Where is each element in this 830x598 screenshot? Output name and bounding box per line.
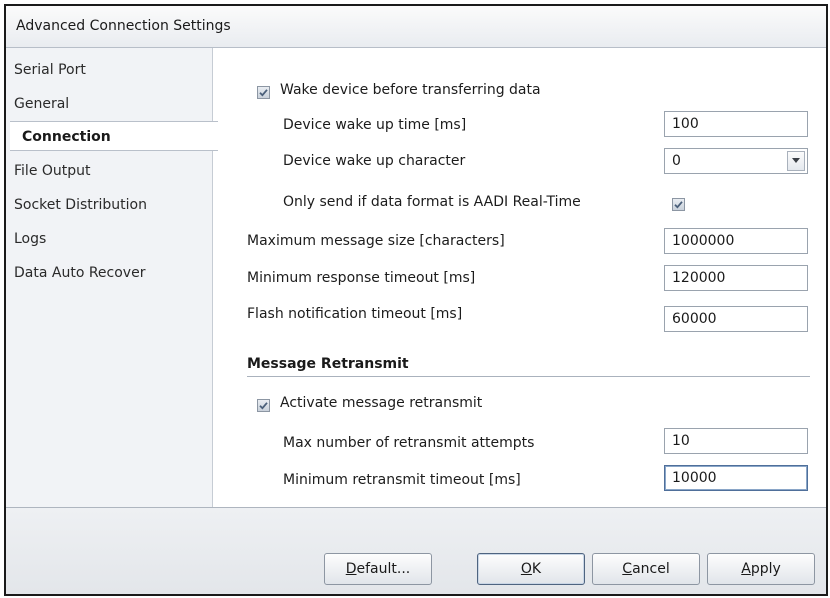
activate-retransmit-label: Activate message retransmit (280, 395, 483, 411)
min-response-timeout-label: Minimum response timeout [ms] (247, 270, 476, 286)
nav-item-data-auto-recover[interactable]: Data Auto Recover (14, 258, 145, 288)
nav-item-file-output[interactable]: File Output (14, 156, 91, 186)
cancel-button-mnemonic: C (622, 561, 633, 577)
chevron-down-icon (792, 158, 800, 163)
connection-settings-panel: Wake device before transferring data Dev… (213, 48, 826, 507)
max-message-size-input[interactable]: 1000000 (664, 228, 808, 254)
apply-button[interactable]: Apply (707, 553, 815, 585)
max-retransmit-attempts-label: Max number of retransmit attempts (283, 435, 535, 451)
min-retransmit-timeout-label: Minimum retransmit timeout [ms] (283, 472, 521, 488)
only-send-aadi-label: Only send if data format is AADI Real-Ti… (283, 194, 581, 210)
check-icon (674, 201, 683, 209)
wake-up-character-label: Device wake up character (283, 153, 466, 169)
nav-item-general[interactable]: General (14, 89, 69, 119)
wake-up-time-input[interactable]: 100 (664, 111, 808, 137)
max-retransmit-attempts-input[interactable]: 10 (664, 428, 808, 454)
cancel-button[interactable]: Cancel (592, 553, 700, 585)
wake-up-character-dropdown[interactable]: 0 (664, 148, 808, 174)
title-bar: Advanced Connection Settings (6, 6, 826, 48)
check-icon (259, 402, 268, 410)
dialog-footer: Default... OK Cancel Apply (6, 507, 826, 594)
apply-button-suffix: pply (750, 561, 781, 577)
nav-item-connection[interactable]: Connection (10, 121, 218, 151)
max-message-size-label: Maximum message size [characters] (247, 233, 505, 249)
ok-button-mnemonic: O (520, 561, 532, 577)
nav-item-serial-port[interactable]: Serial Port (14, 55, 86, 85)
section-divider (247, 376, 810, 377)
ok-button[interactable]: OK (477, 553, 585, 585)
wake-device-label: Wake device before transferring data (280, 82, 541, 98)
nav-item-logs[interactable]: Logs (14, 224, 46, 254)
default-button-suffix: efault... (356, 561, 411, 577)
window-title: Advanced Connection Settings (16, 18, 231, 34)
wake-device-checkbox[interactable] (257, 86, 270, 99)
min-retransmit-timeout-input[interactable]: 10000 (664, 465, 808, 491)
settings-nav: Serial Port General Connection File Outp… (6, 48, 218, 507)
cancel-button-suffix: ancel (632, 561, 670, 577)
nav-item-socket-distribution[interactable]: Socket Distribution (14, 190, 147, 220)
apply-button-mnemonic: A (741, 561, 751, 577)
check-icon (259, 89, 268, 97)
min-response-timeout-input[interactable]: 120000 (664, 265, 808, 291)
flash-notification-timeout-input[interactable]: 60000 (664, 306, 808, 332)
activate-retransmit-checkbox[interactable] (257, 399, 270, 412)
wake-up-time-label: Device wake up time [ms] (283, 117, 467, 133)
wake-up-character-value: 0 (672, 153, 681, 169)
default-button[interactable]: Default... (324, 553, 432, 585)
default-button-mnemonic: D (345, 561, 357, 577)
ok-button-suffix: K (531, 561, 542, 577)
only-send-aadi-checkbox[interactable] (672, 198, 685, 211)
advanced-connection-settings-window: Advanced Connection Settings Serial Port… (4, 4, 828, 596)
dropdown-button[interactable] (787, 151, 805, 171)
flash-notification-timeout-label: Flash notification timeout [ms] (247, 306, 463, 322)
message-retransmit-heading: Message Retransmit (247, 356, 409, 372)
